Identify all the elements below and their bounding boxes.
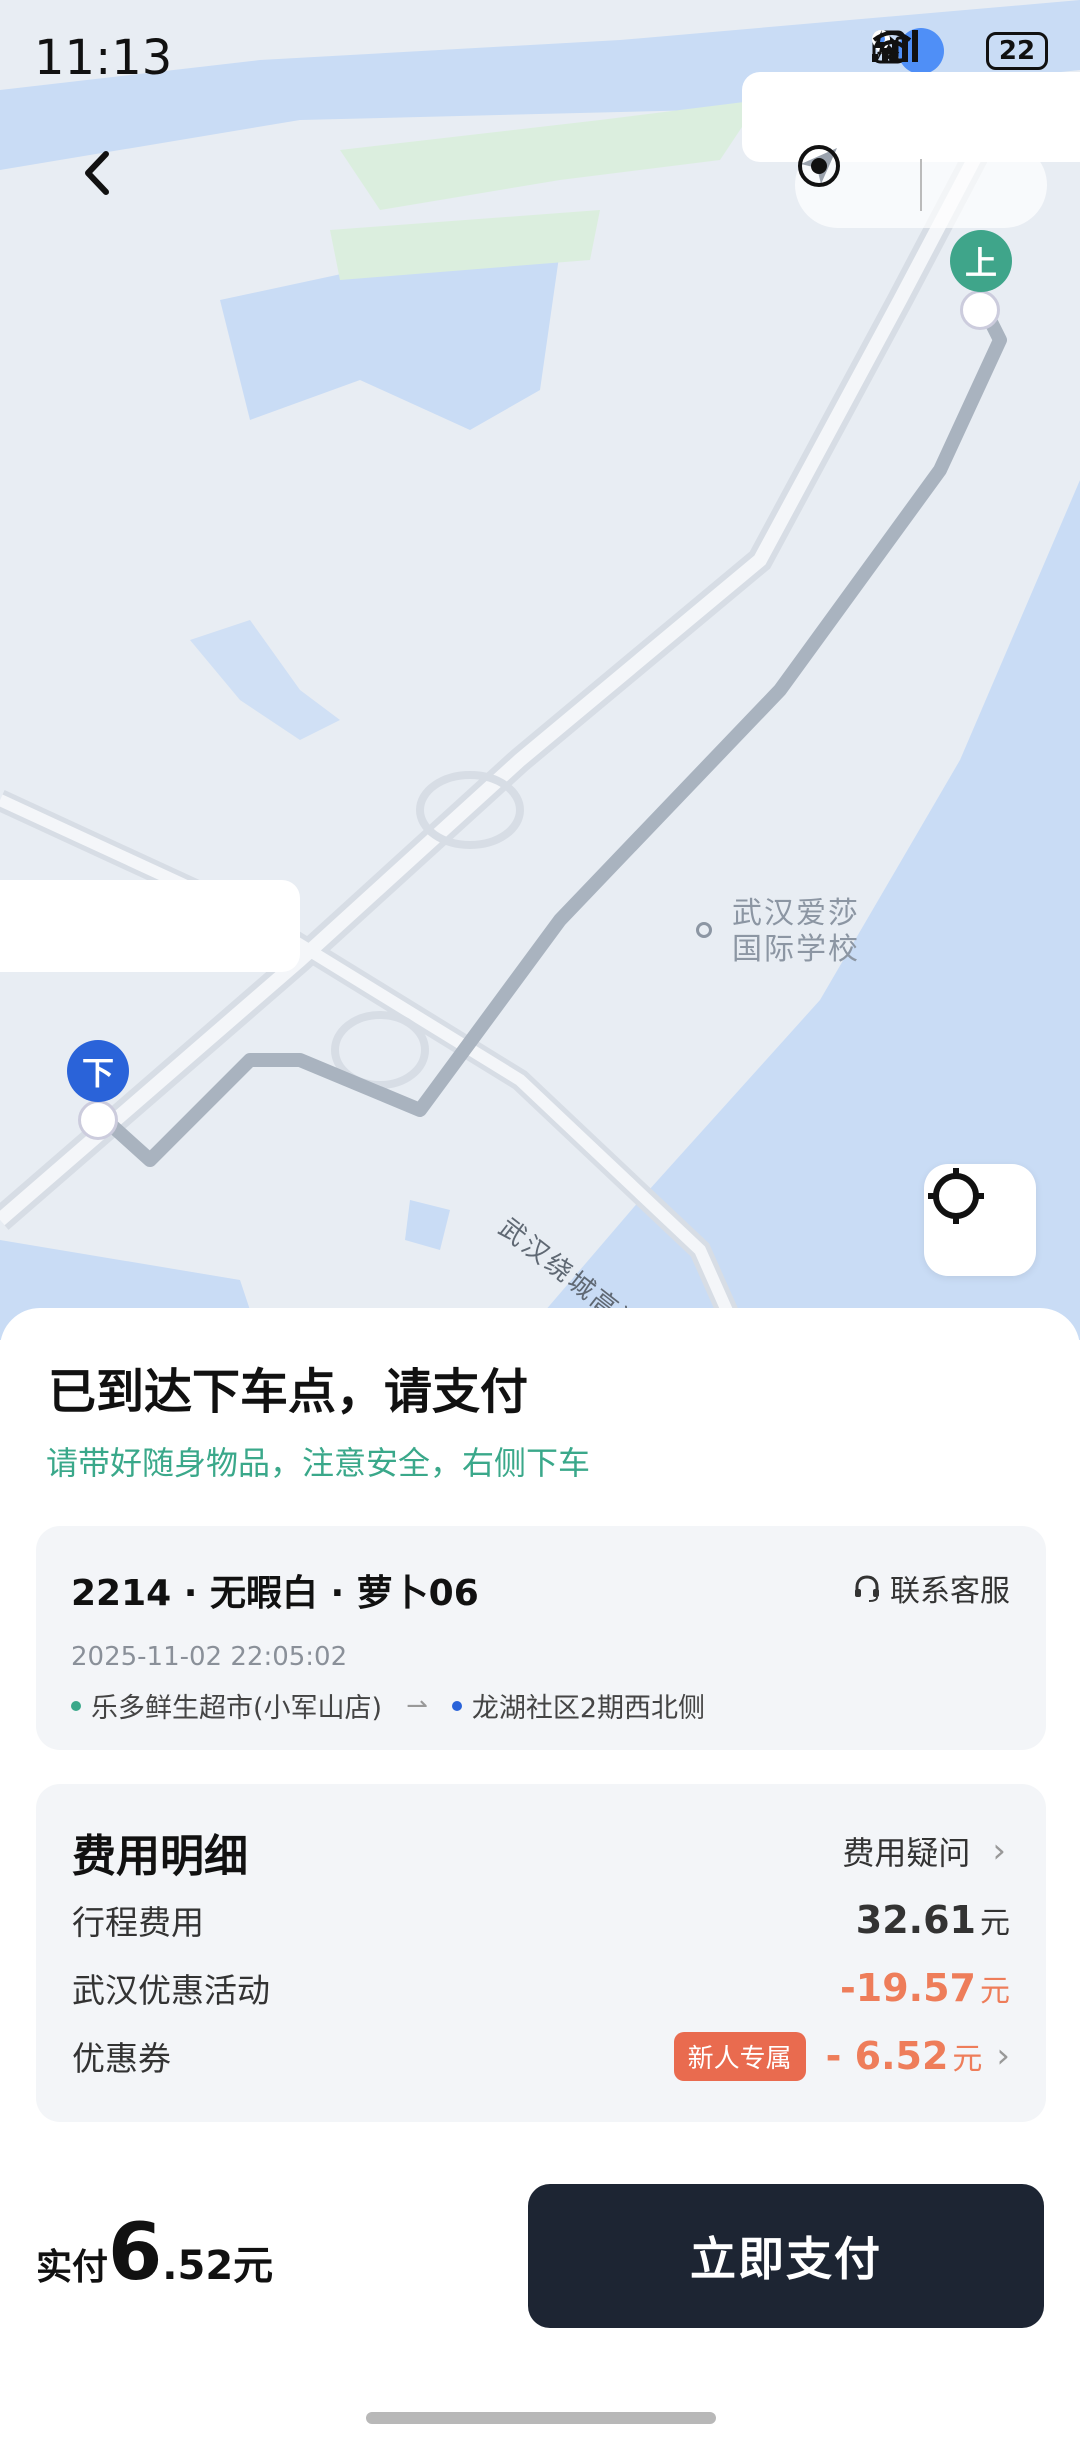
paid-decimal: .52元 [162,2243,274,2289]
fee-amount: 32.61 [855,1898,976,1942]
fee-row-discount: 武汉优惠活动 -19.57 元 [72,1964,1010,2012]
trip-date: 2025-11-02 22:05:02 [71,1642,348,1672]
chevron-left-icon [85,151,109,195]
fee-unit: 元 [980,1974,1010,2009]
poi-label-line2: 国际学校 [732,932,860,967]
poi-dot-icon [696,922,712,938]
pickup-point [960,290,1000,330]
car-info: 2214 · 无暇白 · 萝卜06 [71,1573,479,1614]
start-dot-icon [71,1700,81,1711]
locate-button[interactable] [924,1164,1036,1276]
arrow-right-icon: ⇀ [406,1690,428,1721]
payment-sheet: 已到达下车点，请支付 请带好随身物品，注意安全，右侧下车 2214 · 无暇白 … [0,1308,1080,2440]
map-view[interactable]: 11:13 22 上 下 武汉爱莎 国际学校 武汉绕城高速 [0,0,1080,1340]
redacted-area [0,880,300,972]
center-button[interactable] [798,142,1047,228]
home-indicator[interactable] [366,2412,716,2424]
pickup-pin: 上 [950,230,1012,292]
fee-heading: 费用明细 [72,1831,248,1882]
pay-now-button[interactable]: 立即支付 [528,2184,1044,2328]
status-time: 11:13 [34,30,173,86]
page-title: 已到达下车点，请支付 [48,1364,529,1420]
customer-service-button[interactable]: 联系客服 [852,1566,1010,1610]
poi-label: 武汉爱莎 国际学校 [696,896,860,968]
fee-question-label: 费用疑问 [842,1834,971,1872]
customer-service-label: 联系客服 [890,1574,1010,1609]
fee-row-coupon[interactable]: 优惠券 新人专属 - 6.52 元 › [72,2031,1010,2081]
paid-integer: 6 [108,2208,163,2298]
fee-unit: 元 [980,1906,1010,1941]
headset-icon [855,1575,879,1602]
back-button[interactable] [80,148,136,204]
dropoff-pin: 下 [67,1040,129,1102]
chevron-right-icon: › [996,2036,1010,2076]
start-location: 乐多鲜生超市(小军山店) [91,1693,383,1724]
crosshair-icon [928,1168,984,1224]
fee-amount: - 6.52 [825,2034,949,2078]
paid-label: 实付 [36,2247,109,2288]
poi-label-line1: 武汉爱莎 [732,896,860,931]
safety-reminder: 请带好随身物品，注意安全，右侧下车 [46,1444,591,1482]
end-dot-icon [451,1700,462,1711]
fee-unit: 元 [952,2042,983,2077]
trip-route: 乐多鲜生超市(小军山店) ⇀ 龙湖社区2期西北侧 [71,1686,705,1725]
new-user-badge: 新人专属 [673,2031,806,2081]
target-icon [798,145,840,187]
end-location: 龙湖社区2期西北侧 [471,1693,706,1724]
fee-label: 武汉优惠活动 [72,1971,270,2010]
map-controls [795,142,1047,228]
dropoff-point [78,1100,118,1140]
fee-card: 费用明细 费用疑问 › 行程费用 32.61 元 武汉优惠活动 -19.57 元 优… [36,1784,1046,2122]
trip-card: 2214 · 无暇白 · 萝卜06 联系客服 2025-11-02 22:05:… [36,1526,1046,1750]
chevron-right-icon: › [992,1831,1006,1871]
fee-question-button[interactable]: 费用疑问 › [842,1828,1006,1874]
battery-icon: 22 [986,32,1048,70]
fee-label: 优惠券 [72,2039,171,2078]
paid-amount: 实付 6 .52元 [36,2208,273,2298]
fee-label: 行程费用 [72,1903,204,1942]
status-icons: 22 [870,28,1062,74]
fee-row-trip: 行程费用 32.61 元 [72,1896,1010,1944]
fee-amount: -19.57 [840,1966,976,2010]
